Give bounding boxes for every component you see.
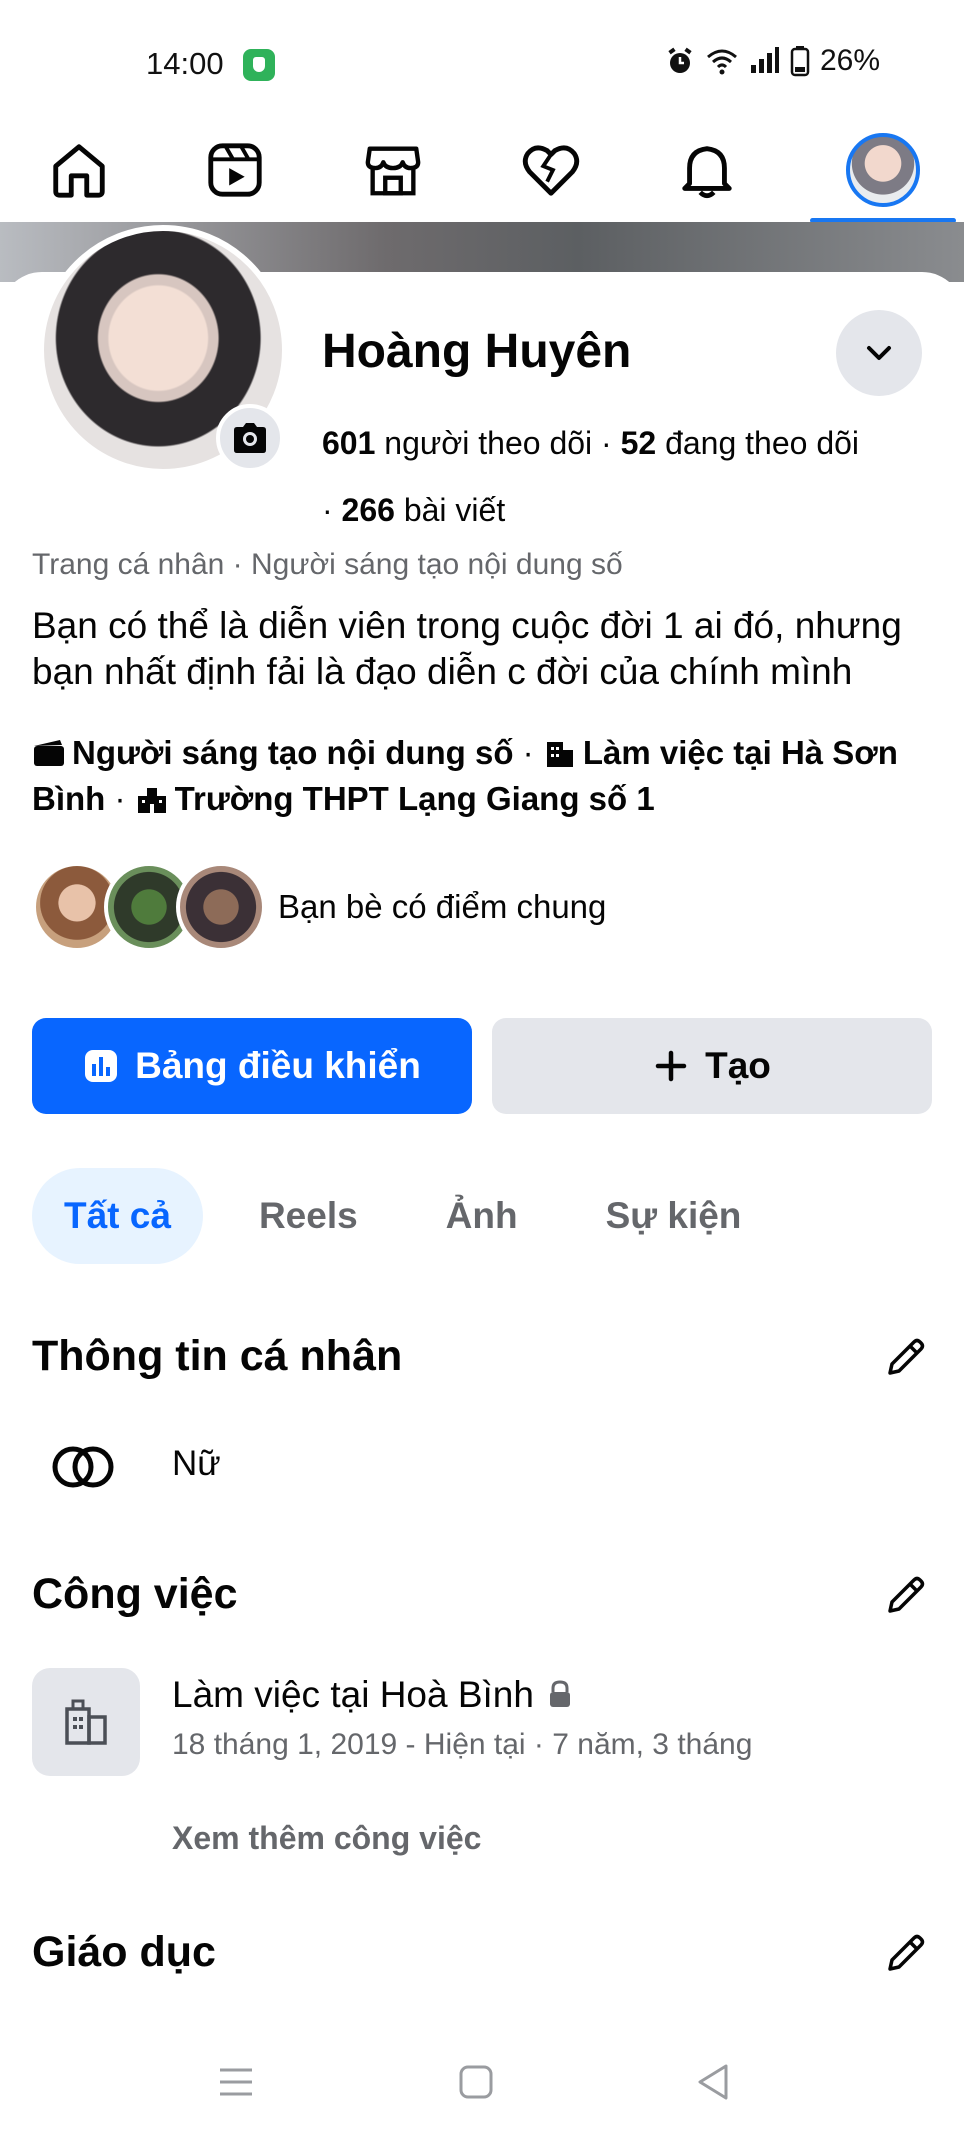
mutual-friend-avatar bbox=[176, 862, 266, 952]
followers-label[interactable]: người theo dõi bbox=[384, 425, 592, 461]
followers-count[interactable]: 601 bbox=[322, 425, 375, 461]
profile-details: Người sáng tạo nội dung số · Làm việc tạ… bbox=[32, 734, 898, 817]
work-period: 18 tháng 1, 2019 - Hiện tại · 7 năm, 3 t… bbox=[172, 1728, 753, 1761]
stats-separator: · bbox=[322, 492, 342, 528]
create-button[interactable]: Tạo bbox=[492, 1018, 932, 1114]
nav-home[interactable] bbox=[19, 118, 139, 222]
detail-creator: Người sáng tạo nội dung số bbox=[72, 734, 514, 771]
gender-value: Nữ bbox=[172, 1444, 221, 1483]
change-photo-button[interactable] bbox=[216, 404, 284, 472]
nav-dating[interactable] bbox=[491, 118, 611, 222]
following-label[interactable]: đang theo dõi bbox=[665, 425, 859, 461]
clapperboard-icon bbox=[34, 740, 64, 766]
chevron-down-icon bbox=[867, 346, 891, 360]
mutual-friends-label: Bạn bè có điểm chung bbox=[278, 888, 607, 925]
dashboard-label: Bảng điều khiển bbox=[135, 1045, 421, 1086]
personal-info-title: Thông tin cá nhân bbox=[32, 1332, 403, 1380]
chart-icon bbox=[85, 1050, 118, 1082]
tab-events[interactable]: Sự kiện bbox=[574, 1168, 774, 1264]
following-count[interactable]: 52 bbox=[621, 425, 657, 461]
signal-icon bbox=[750, 47, 779, 73]
nav-profile[interactable] bbox=[823, 118, 943, 222]
tab-reels[interactable]: Reels bbox=[227, 1168, 390, 1264]
top-navigation bbox=[0, 118, 964, 223]
dating-icon bbox=[522, 145, 580, 196]
app-notification-icon bbox=[243, 49, 275, 81]
home-button-icon[interactable] bbox=[454, 2060, 498, 2104]
back-icon[interactable] bbox=[692, 2060, 736, 2104]
nav-notifications[interactable] bbox=[647, 118, 767, 222]
profile-tabs: Tất cả Reels Ảnh Sự kiện bbox=[32, 1168, 797, 1264]
building-icon bbox=[65, 1699, 107, 1745]
stats-separator: · bbox=[601, 425, 621, 461]
profile-menu-button[interactable] bbox=[836, 310, 922, 396]
edit-personal-info-icon[interactable] bbox=[880, 1333, 930, 1383]
alarm-icon bbox=[668, 47, 692, 73]
reels-icon bbox=[208, 143, 262, 197]
education-title: Giáo dục bbox=[32, 1928, 216, 1976]
school-icon bbox=[137, 788, 166, 813]
detail-school[interactable]: Trường THPT Lạng Giang số 1 bbox=[175, 780, 655, 817]
profile-stats: 601 người theo dõi · 52 đang theo dõi · … bbox=[322, 410, 942, 544]
edit-education-icon[interactable] bbox=[880, 1929, 930, 1979]
camera-icon bbox=[234, 423, 266, 453]
wifi-icon bbox=[706, 49, 737, 75]
posts-label: bài viết bbox=[403, 492, 506, 528]
posts-count: 266 bbox=[341, 492, 395, 528]
notifications-icon bbox=[682, 146, 732, 199]
gender-icon bbox=[52, 1446, 114, 1488]
work-place-thumbnail[interactable] bbox=[32, 1668, 140, 1776]
work-place[interactable]: Làm việc tại Hoà Bình bbox=[172, 1674, 574, 1716]
home-icon bbox=[53, 144, 105, 198]
nav-reels[interactable] bbox=[175, 118, 295, 222]
plus-icon bbox=[655, 1050, 687, 1082]
profile-category: Trang cá nhân · Người sáng tạo nội dung … bbox=[32, 548, 623, 581]
mutual-friends[interactable]: Bạn bè có điểm chung bbox=[32, 862, 606, 952]
work-title: Công việc bbox=[32, 1570, 238, 1618]
edit-work-icon[interactable] bbox=[880, 1571, 930, 1621]
status-bar: 14:00 26% bbox=[0, 0, 964, 110]
nav-marketplace[interactable] bbox=[333, 118, 453, 222]
profile-name: Hoàng Huyên bbox=[322, 325, 632, 378]
system-navigation-bar bbox=[0, 2040, 964, 2130]
battery-icon bbox=[790, 46, 810, 77]
recent-apps-icon[interactable] bbox=[214, 2060, 258, 2104]
battery-percent: 26% bbox=[819, 44, 880, 77]
status-time: 14:00 bbox=[146, 46, 224, 81]
marketplace-icon bbox=[365, 146, 421, 196]
status-right-group: 26% bbox=[664, 44, 880, 78]
lock-icon bbox=[549, 1680, 570, 1707]
profile-avatar-icon bbox=[846, 133, 920, 207]
building-icon bbox=[546, 742, 573, 767]
tab-photos[interactable]: Ảnh bbox=[414, 1168, 550, 1264]
profile-bio: Bạn có thể là diễn viên trong cuộc đời 1… bbox=[32, 605, 902, 692]
work-place-label: Làm việc tại Hoà Bình bbox=[172, 1674, 534, 1715]
tab-all[interactable]: Tất cả bbox=[32, 1168, 203, 1264]
see-more-work-link[interactable]: Xem thêm công việc bbox=[172, 1820, 481, 1857]
dashboard-button[interactable]: Bảng điều khiển bbox=[32, 1018, 472, 1114]
create-label: Tạo bbox=[705, 1045, 771, 1086]
